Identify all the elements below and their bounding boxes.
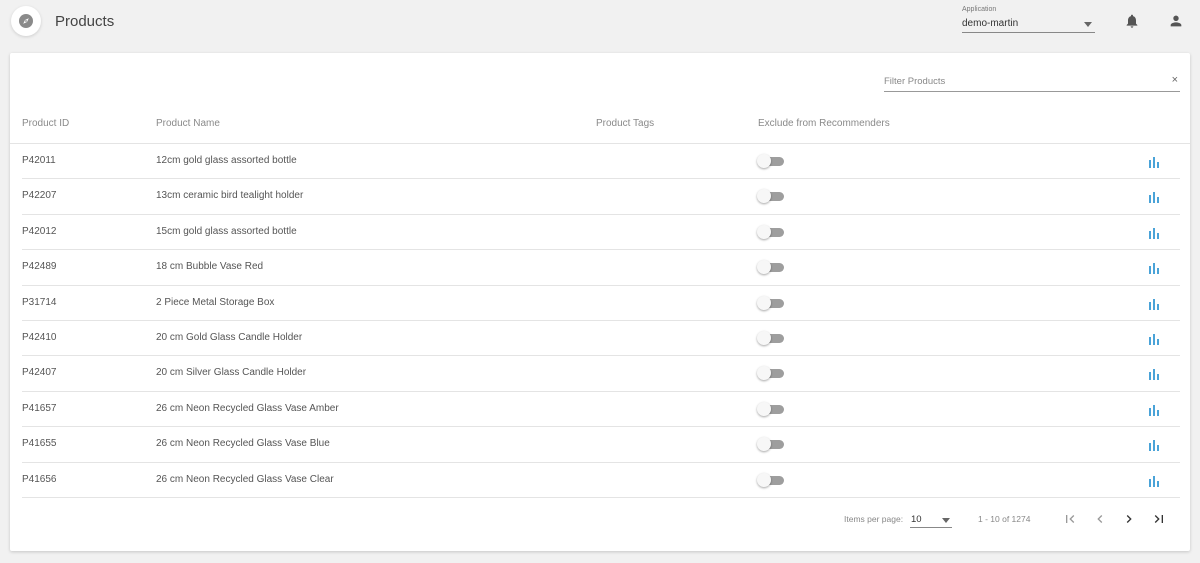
- exclude-toggle[interactable]: [757, 260, 785, 275]
- bar-chart-icon[interactable]: [1148, 156, 1160, 168]
- table-row[interactable]: P42207 13cm ceramic bird tealight holder: [22, 179, 1180, 215]
- chevron-down-icon: [1084, 22, 1092, 27]
- table-row[interactable]: P42489 18 cm Bubble Vase Red: [22, 250, 1180, 286]
- toggle-thumb: [757, 437, 771, 452]
- filter-field: ×: [884, 71, 1180, 92]
- page-size-select[interactable]: 10: [910, 508, 952, 528]
- toggle-thumb: [757, 154, 771, 168]
- chevron-down-icon: [942, 518, 950, 523]
- bell-icon[interactable]: [1124, 13, 1140, 29]
- bar-chart-icon[interactable]: [1148, 298, 1160, 310]
- column-header-product-name[interactable]: Product Name: [156, 118, 220, 129]
- bar-chart-icon[interactable]: [1148, 368, 1160, 381]
- table-row[interactable]: P41657 26 cm Neon Recycled Glass Vase Amb…: [22, 392, 1180, 428]
- bar-chart-icon[interactable]: [1148, 439, 1160, 452]
- paginator: Items per page: 10 1 - 10 of 1274: [10, 505, 1190, 535]
- table-row[interactable]: P41655 26 cm Neon Recycled Glass Vase Blu…: [22, 427, 1180, 463]
- application-value: demo-martin: [962, 18, 1019, 29]
- toggle-thumb: [757, 472, 771, 487]
- product-id: P42407: [22, 367, 57, 379]
- bar-chart-icon[interactable]: [1148, 191, 1160, 204]
- application-select[interactable]: Application demo-martin: [962, 5, 1095, 33]
- table-row[interactable]: P42011 12cm gold glass assorted bottle: [22, 144, 1180, 180]
- bar-chart-icon[interactable]: [1148, 262, 1160, 275]
- clear-filter-icon[interactable]: ×: [1172, 74, 1178, 86]
- bar-chart-icon[interactable]: [1148, 475, 1160, 487]
- column-header-exclude[interactable]: Exclude from Recommenders: [758, 118, 890, 129]
- range-label: 1 - 10 of 1274: [978, 514, 1031, 524]
- toggle-thumb: [757, 189, 771, 204]
- application-label: Application: [962, 6, 997, 13]
- product-name: 13cm ceramic bird tealight holder: [156, 190, 304, 202]
- last-page-icon[interactable]: [1151, 511, 1167, 527]
- product-name: 26 cm Neon Recycled Glass Vase Amber: [156, 402, 339, 414]
- table-row[interactable]: P42410 20 cm Gold Glass Candle Holder: [22, 321, 1180, 357]
- product-name: 2 Piece Metal Storage Box: [156, 296, 275, 308]
- exclude-toggle[interactable]: [757, 401, 785, 416]
- filter-input[interactable]: [884, 74, 1154, 88]
- toggle-thumb: [757, 224, 771, 239]
- exclude-toggle[interactable]: [757, 330, 785, 345]
- table-row[interactable]: P41656 26 cm Neon Recycled Glass Vase Cle…: [22, 463, 1180, 498]
- product-name: 20 cm Gold Glass Candle Holder: [156, 331, 303, 343]
- exclude-toggle[interactable]: [757, 154, 785, 168]
- toggle-thumb: [757, 260, 771, 275]
- exclude-toggle[interactable]: [757, 472, 785, 487]
- page-size-value: 10: [911, 514, 922, 525]
- product-id: P42410: [22, 331, 57, 343]
- table-body: P42011 12cm gold glass assorted bottle P42…: [22, 144, 1180, 498]
- product-id: P42489: [22, 261, 57, 273]
- bar-chart-icon[interactable]: [1148, 227, 1160, 239]
- product-name: 26 cm Neon Recycled Glass Vase Blue: [156, 438, 330, 450]
- toggle-thumb: [757, 401, 771, 416]
- product-name: 12cm gold glass assorted bottle: [156, 155, 297, 166]
- product-name: 20 cm Silver Glass Candle Holder: [156, 367, 307, 379]
- table-row[interactable]: P42012 15cm gold glass assorted bottle: [22, 215, 1180, 251]
- exclude-toggle[interactable]: [757, 295, 785, 310]
- product-name: 26 cm Neon Recycled Glass Vase Clear: [156, 473, 334, 485]
- product-name: 15cm gold glass assorted bottle: [156, 225, 297, 237]
- top-app-bar: Products Application demo-martin: [0, 0, 1200, 50]
- products-card: × Product ID Product Name Product Tags E…: [10, 53, 1190, 551]
- table-row[interactable]: P31714 2 Piece Metal Storage Box: [22, 286, 1180, 321]
- bar-chart-icon[interactable]: [1148, 404, 1160, 416]
- product-id: P41655: [22, 438, 57, 450]
- first-page-icon[interactable]: [1062, 511, 1078, 527]
- product-id: P42012: [22, 225, 57, 237]
- column-header-product-id[interactable]: Product ID: [22, 118, 69, 129]
- exclude-toggle[interactable]: [757, 437, 785, 452]
- table-row[interactable]: P42407 20 cm Silver Glass Candle Holder: [22, 356, 1180, 392]
- toggle-thumb: [757, 295, 771, 310]
- product-id: P41657: [22, 402, 57, 414]
- product-name: 18 cm Bubble Vase Red: [156, 261, 264, 273]
- table-header: Product ID Product Name Product Tags Exc…: [10, 111, 1190, 144]
- toggle-thumb: [757, 366, 771, 381]
- exclude-toggle[interactable]: [757, 224, 785, 239]
- compass-icon: [19, 14, 33, 28]
- bar-chart-icon[interactable]: [1148, 333, 1160, 345]
- exclude-toggle[interactable]: [757, 189, 785, 204]
- logo-button[interactable]: [11, 6, 41, 36]
- next-page-icon[interactable]: [1121, 511, 1137, 527]
- product-id: P31714: [22, 296, 57, 308]
- product-id: P41656: [22, 473, 57, 485]
- exclude-toggle[interactable]: [757, 366, 785, 381]
- items-per-page-label: Items per page:: [844, 514, 904, 524]
- page-title: Products: [55, 13, 115, 30]
- product-id: P42207: [22, 190, 57, 202]
- product-id: P42011: [22, 155, 56, 166]
- column-header-product-tags[interactable]: Product Tags: [596, 118, 654, 129]
- previous-page-icon[interactable]: [1092, 511, 1108, 527]
- person-icon[interactable]: [1168, 13, 1184, 29]
- toggle-thumb: [757, 330, 771, 345]
